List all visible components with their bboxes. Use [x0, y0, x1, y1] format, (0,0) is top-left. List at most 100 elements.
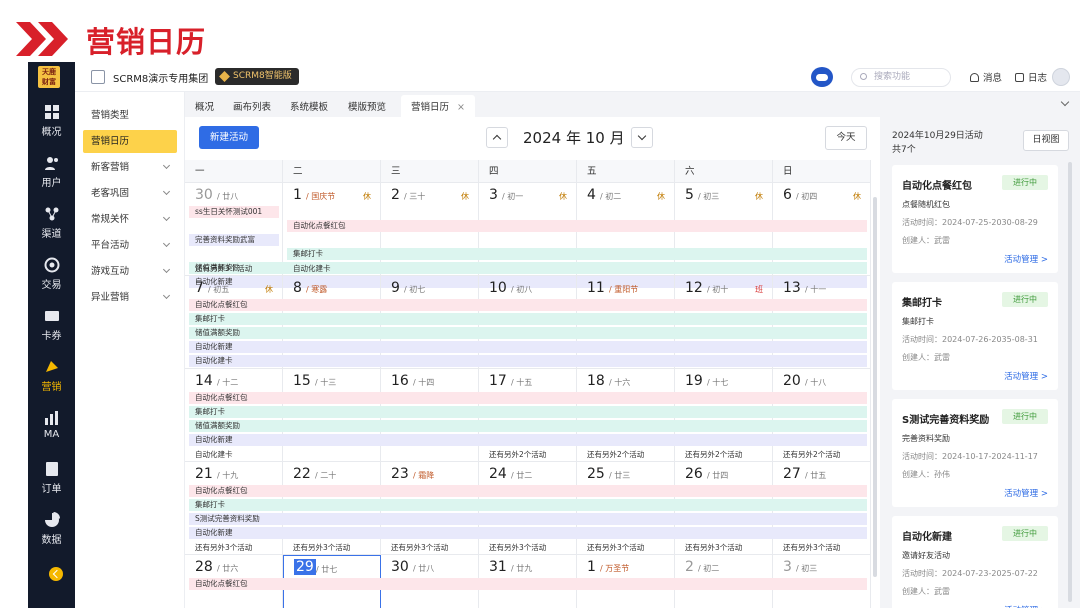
organization-name[interactable]: SCRM8演示专用集团 [113, 70, 208, 85]
top-bar: SCRM8演示专用集团 SCRM8智能版 搜索功能 消息 日志 [75, 62, 1080, 92]
day-number: 8 [293, 280, 302, 296]
day-number: 23 [391, 466, 409, 482]
activity-bar[interactable]: 储值满额奖励 [189, 262, 867, 274]
panel-scrollbar[interactable] [1068, 162, 1072, 602]
activity-bar[interactable]: 自动化点餐红包 [189, 392, 867, 404]
activity-bar[interactable]: 储值满额奖励 [189, 327, 867, 339]
nav-item-data[interactable]: 数据 [28, 512, 75, 560]
today-button[interactable]: 今天 [825, 126, 867, 150]
status-badge: 进行中 [1002, 409, 1048, 424]
nav-item-overview[interactable]: 概况 [28, 104, 75, 152]
more-activities-link[interactable]: 还有另外3个活动 [195, 263, 252, 274]
activity-bar[interactable]: 集邮打卡 [189, 313, 867, 325]
tab-item[interactable]: 画布列表 [233, 99, 271, 113]
day-number: 10 [489, 280, 507, 296]
activity-card[interactable]: 自动化点餐红包 进行中 点餐随机红包 活动时间：2024-07-25-2030-08-… [892, 165, 1058, 273]
submenu-item[interactable]: 游戏互动 [83, 260, 177, 283]
holiday-tag: 休 [265, 285, 273, 294]
more-activities-link[interactable]: 还有另外3个活动 [489, 542, 546, 553]
more-activities-link[interactable]: 还有另外2个活动 [783, 449, 840, 460]
lunar-date: / 十四 [413, 378, 435, 387]
activity-bar[interactable]: 集邮打卡 [189, 406, 867, 418]
tab-item[interactable]: 模版预览 [348, 99, 386, 113]
prev-month-button[interactable] [486, 127, 508, 148]
day-number: 18 [587, 373, 605, 389]
activity-bar[interactable]: 自动化新建 [189, 434, 867, 446]
activity-bar[interactable]: 自动化建卡 [189, 355, 867, 367]
submenu-item[interactable]: 营销日历 [83, 130, 177, 153]
more-activities-link[interactable]: 还有另外3个活动 [685, 542, 742, 553]
nav-item-label: 交易 [41, 280, 62, 291]
more-activities-link[interactable]: 还有另外2个活动 [685, 449, 742, 460]
activity-bar[interactable]: 储值满额奖励 [189, 420, 867, 432]
day-view-button[interactable]: 日视图 [1023, 130, 1069, 151]
activity-bar[interactable]: ss生日关怀测试001 [189, 206, 279, 218]
tab-item[interactable]: 营销日历 × [401, 95, 475, 117]
activity-title: S测试完善资料奖励 [902, 415, 990, 426]
activity-time: 活动时间：2024-07-26-2035-08-31 [902, 335, 1038, 344]
chevron-down-icon[interactable] [1060, 97, 1070, 107]
submenu-item[interactable]: 常规关怀 [83, 208, 177, 231]
activity-bar[interactable]: 集邮打卡 [287, 248, 867, 260]
nav-item-trade[interactable]: 交易 [28, 257, 75, 305]
manage-activity-link[interactable]: 活动管理 > [1004, 604, 1048, 608]
manage-activity-link[interactable]: 活动管理 > [1004, 487, 1048, 499]
more-activities-link[interactable]: 还有另外3个活动 [391, 542, 448, 553]
nav-item-ma[interactable]: MA [28, 410, 75, 458]
activity-creator: 创建人：武雷 [902, 353, 950, 362]
submenu-item[interactable]: 营销类型 [83, 104, 177, 127]
activity-bar[interactable]: 自动化点餐红包 [189, 578, 867, 590]
activity-bar[interactable]: 自动化点餐红包 [189, 299, 867, 311]
close-icon[interactable]: × [457, 102, 465, 113]
day-number: 26 [685, 466, 703, 482]
lunar-date: / 初十 [707, 285, 729, 294]
messages-button[interactable]: 消息 [970, 70, 1002, 84]
activity-card[interactable]: 集邮打卡 进行中 集邮打卡 活动时间：2024-07-26-2035-08-31 创建人… [892, 282, 1058, 390]
avatar[interactable] [1052, 68, 1070, 86]
next-month-button[interactable] [631, 127, 653, 148]
manage-activity-link[interactable]: 活动管理 > [1004, 370, 1048, 382]
weekday-header: 五 [577, 160, 675, 183]
coupon-icon [44, 311, 59, 321]
activity-bar[interactable]: 集邮打卡 [189, 499, 867, 511]
search-input[interactable]: 搜索功能 [851, 68, 951, 87]
tab-item[interactable]: 概况 [195, 99, 214, 113]
tab-item[interactable]: 系统模板 [290, 99, 328, 113]
more-activities-link[interactable]: 还有另外3个活动 [783, 542, 840, 553]
more-activities-link[interactable]: 还有另外2个活动 [489, 449, 546, 460]
activity-card[interactable]: S测试完善资料奖励 进行中 完善资料奖励 活动时间：2024-10-17-2024-1… [892, 399, 1058, 507]
holiday-tag: 休 [559, 192, 567, 201]
submenu-item[interactable]: 新客营销 [83, 156, 177, 179]
activity-bar[interactable]: 自动化点餐红包 [189, 485, 867, 497]
submenu-item[interactable]: 老客巩固 [83, 182, 177, 205]
calendar-scrollbar[interactable] [873, 197, 877, 577]
activity-bar[interactable]: 自动化新建 [189, 527, 867, 539]
lunar-date: / 十七 [707, 378, 729, 387]
more-activities-link[interactable]: 还有另外3个活动 [587, 542, 644, 553]
activity-bar[interactable]: 完善资料奖励武富 [189, 234, 279, 246]
more-activities-link[interactable]: 还有另外3个活动 [195, 542, 252, 553]
nav-item-users[interactable]: 用户 [28, 155, 75, 203]
collapse-arrow-icon[interactable] [49, 567, 63, 581]
manage-activity-link[interactable]: 活动管理 > [1004, 253, 1048, 265]
activity-bar[interactable]: 自动化点餐红包 [287, 220, 867, 232]
assistant-bot-icon[interactable] [811, 67, 833, 87]
more-activities-link[interactable]: 还有另外2个活动 [587, 449, 644, 460]
activity-bar[interactable]: 自动化新建 [189, 341, 867, 353]
day-number: 3 [783, 559, 792, 575]
more-activities-link[interactable]: 自动化建卡 [293, 263, 331, 274]
more-activities-link[interactable]: 自动化建卡 [195, 449, 233, 460]
nav-item-marketing[interactable]: 营销 [28, 359, 75, 407]
nav-item-order[interactable]: 订单 [28, 461, 75, 509]
activity-bar[interactable]: S测试完善资料奖励 [189, 513, 867, 525]
month-title: 2024 年 10 月 [523, 129, 625, 147]
nav-item-coupon[interactable]: 卡券 [28, 308, 75, 356]
activity-card[interactable]: 自动化新建 进行中 邀请好友活动 活动时间：2024-07-23-2025-07-22… [892, 516, 1058, 608]
new-activity-button[interactable]: 新建活动 [199, 126, 259, 149]
submenu-item[interactable]: 异业营销 [83, 286, 177, 309]
more-activities-link[interactable]: 还有另外3个活动 [293, 542, 350, 553]
nav-item-channel[interactable]: 渠道 [28, 206, 75, 254]
logs-button[interactable]: 日志 [1015, 70, 1047, 84]
submenu-item[interactable]: 平台活动 [83, 234, 177, 257]
weekday-header: 日 [773, 160, 871, 183]
